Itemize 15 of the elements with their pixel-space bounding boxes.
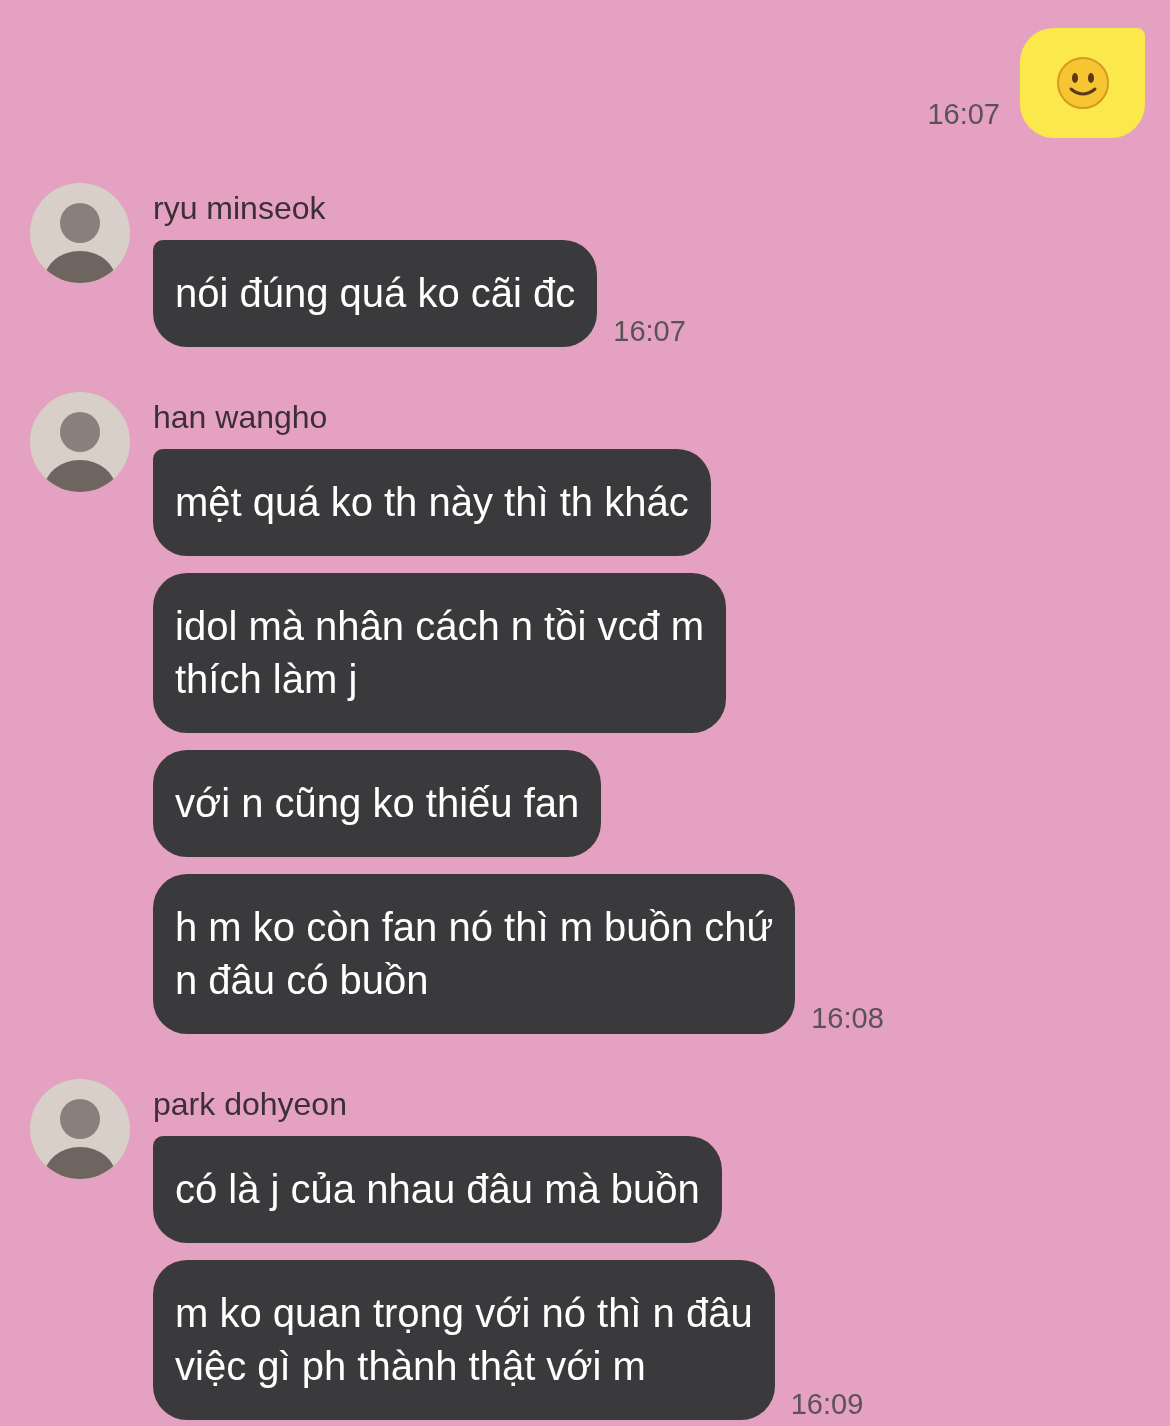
smiley-icon [1055, 56, 1110, 110]
message-bubble: với n cũng ko thiếu fan [153, 750, 602, 857]
message-bubble: m ko quan trọng với nó thì n đâu việc gì ph thành thật với m [153, 1260, 775, 1420]
sender-name: park dohyeon [153, 1085, 348, 1124]
message-time: 16:07 [927, 96, 1000, 132]
message-time: 16:09 [790, 1386, 864, 1422]
message-bubble: h m ko còn fan nó thì m buồn chứ n đâu có buồn [153, 874, 796, 1034]
sender-name: han wangho [153, 398, 329, 437]
message-bubble: nói đúng quá ko cãi đc [153, 240, 598, 347]
message-bubble: có là j của nhau đâu mà buồn [153, 1136, 722, 1243]
message-bubble: mệt quá ko th này thì th khác [153, 449, 711, 556]
message-time: 16:07 [613, 313, 686, 349]
sender-name: ryu minseok [153, 189, 327, 228]
message-bubble: idol mà nhân cách n tồi vcđ m thích làm j [153, 573, 727, 733]
message-time: 16:08 [811, 1000, 884, 1036]
